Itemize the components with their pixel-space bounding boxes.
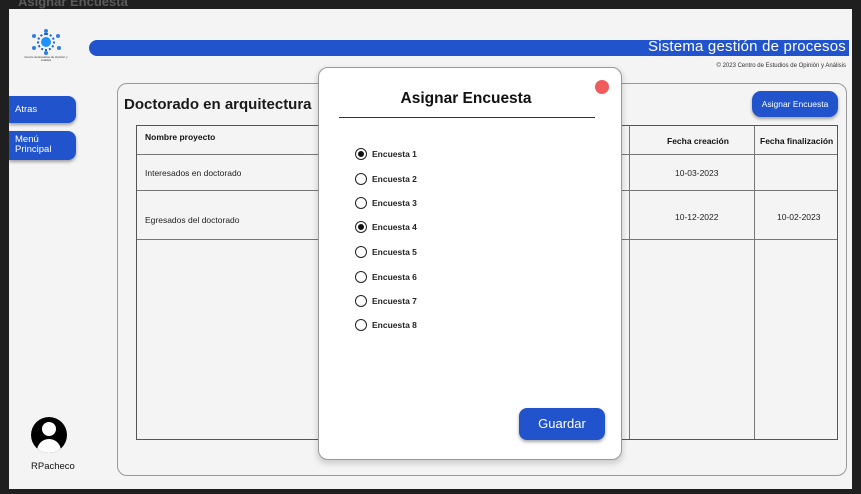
table-row-2-created: 10-12-2022: [675, 212, 719, 222]
survey-option-4[interactable]: Encuesta 4: [355, 220, 417, 234]
column-header-finished: Fecha finalización: [760, 136, 834, 146]
survey-option-2[interactable]: Encuesta 2: [355, 172, 417, 186]
survey-option-6[interactable]: Encuesta 6: [355, 270, 417, 284]
radio-unchecked-icon[interactable]: [355, 319, 367, 331]
survey-option-5[interactable]: Encuesta 5: [355, 245, 417, 259]
main-menu-label-line2: Principal: [15, 144, 52, 155]
assign-survey-button[interactable]: Asignar Encuesta: [752, 91, 838, 117]
modal-title: Asignar Encuesta: [400, 90, 532, 107]
back-button[interactable]: Atras: [9, 96, 76, 123]
user-name: RPacheco: [31, 461, 75, 472]
survey-option-8[interactable]: Encuesta 8: [355, 318, 417, 332]
table-row-2-finished: 10-02-2023: [777, 212, 821, 222]
assign-survey-modal: Asignar Encuesta Encuesta 1 Encuesta 2 E…: [318, 67, 622, 460]
main-menu-button[interactable]: Menú Principal: [9, 131, 76, 160]
close-icon[interactable]: [595, 80, 609, 94]
logo-caption: Centro de Estudios de Opinión y Análisis: [24, 55, 68, 62]
radio-checked-icon[interactable]: [355, 148, 367, 160]
column-header-name: Nombre proyecto: [145, 132, 216, 142]
radio-unchecked-icon[interactable]: [355, 173, 367, 185]
logo: Centro de Estudios de Opinión y Análisis: [23, 29, 69, 67]
radio-unchecked-icon[interactable]: [355, 246, 367, 258]
table-row-2-name: Egresados del doctorado: [145, 215, 240, 225]
radio-unchecked-icon[interactable]: [355, 295, 367, 307]
column-header-created: Fecha creación: [667, 136, 729, 146]
user-icon[interactable]: [31, 417, 67, 453]
window-title: Asignar Encuesta: [18, 0, 128, 9]
app-title: Sistema gestión de procesos: [647, 38, 846, 55]
survey-option-1[interactable]: Encuesta 1: [355, 147, 417, 161]
survey-option-7[interactable]: Encuesta 7: [355, 294, 417, 308]
table-row-1-created: 10-03-2023: [675, 168, 719, 178]
app-screen: Centro de Estudios de Opinión y Análisis…: [9, 9, 852, 489]
radio-unchecked-icon[interactable]: [355, 271, 367, 283]
copyright-text: © 2023 Centro de Estudios de Opinión y A…: [716, 63, 847, 69]
logo-icon: [31, 29, 61, 55]
radio-checked-icon[interactable]: [355, 221, 367, 233]
modal-divider: [339, 117, 595, 118]
page-title: Doctorado en arquitectura: [124, 96, 312, 113]
survey-option-3[interactable]: Encuesta 3: [355, 196, 417, 210]
radio-unchecked-icon[interactable]: [355, 197, 367, 209]
save-button[interactable]: Guardar: [519, 408, 605, 440]
table-row-1-name: Interesados en doctorado: [145, 168, 242, 178]
